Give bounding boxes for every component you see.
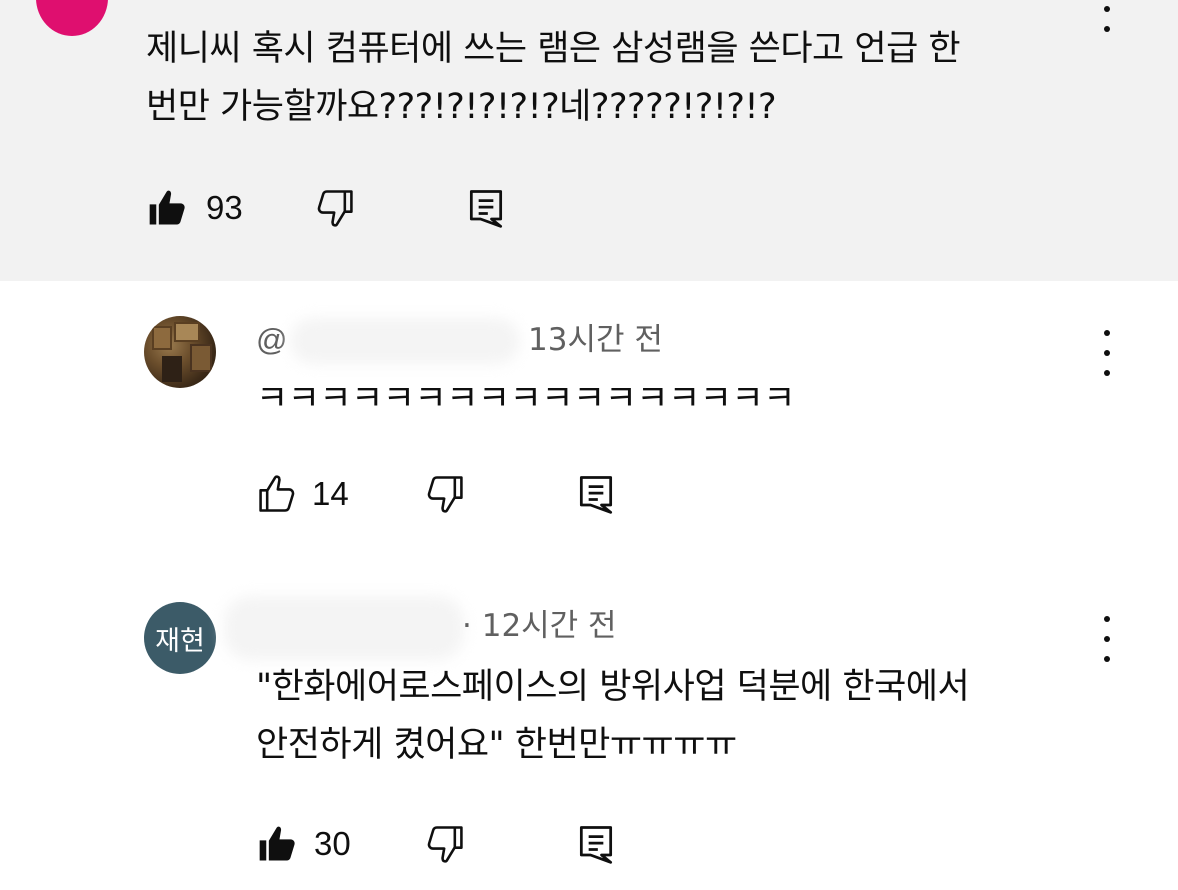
reply-button[interactable] (464, 186, 508, 230)
dislike-icon (317, 190, 353, 227)
time-value: 12시간 전 (481, 608, 617, 644)
reply-icon (579, 476, 613, 514)
author-handle[interactable]: @ (256, 320, 287, 360)
comment-text: "한화에어로스페이스의 방위사업 덕분에 한국에서 안전하게 켰어요" 한번만ㅠ… (256, 667, 970, 765)
reply-button[interactable] (574, 822, 618, 866)
dislike-button[interactable] (312, 186, 356, 230)
avatar[interactable]: 재현 (144, 602, 216, 674)
comment-text: 제니씨 혹시 컴퓨터에 쓰는 램은 삼성램을 쓴다고 언급 한 번만 가능할까요… (146, 29, 961, 127)
comment-time: 13시간 전 (528, 322, 663, 358)
redacted-name (290, 318, 520, 364)
reply-icon (469, 190, 503, 228)
comment-actions: 14 (256, 472, 636, 522)
more-icon (1104, 616, 1110, 622)
like-icon (149, 190, 185, 225)
redacted-name (224, 596, 464, 660)
dislike-button[interactable] (422, 822, 466, 866)
dislike-icon (427, 826, 463, 863)
dislike-icon (427, 476, 463, 513)
like-count: 14 (312, 475, 349, 512)
comment-text: ㅋㅋㅋㅋㅋㅋㅋㅋㅋㅋㅋㅋㅋㅋㅋㅋㅋ (256, 379, 795, 419)
reply-icon (579, 826, 613, 864)
more-options-button[interactable] (1092, 616, 1122, 662)
comment-actions: 30 (256, 822, 636, 872)
like-button[interactable] (256, 472, 300, 516)
like-button[interactable] (256, 822, 300, 866)
like-button[interactable] (146, 186, 190, 230)
like-count: 30 (314, 825, 351, 862)
more-icon (1104, 330, 1110, 336)
dislike-button[interactable] (422, 472, 466, 516)
reply-button[interactable] (574, 472, 618, 516)
avatar[interactable] (144, 316, 216, 388)
like-icon (259, 475, 295, 512)
comment-actions: 93 (146, 186, 526, 236)
like-icon (259, 826, 295, 861)
comment-time: · 12시간 전 (462, 606, 617, 646)
like-count: 93 (206, 189, 243, 226)
separator-dot: · (462, 608, 482, 644)
